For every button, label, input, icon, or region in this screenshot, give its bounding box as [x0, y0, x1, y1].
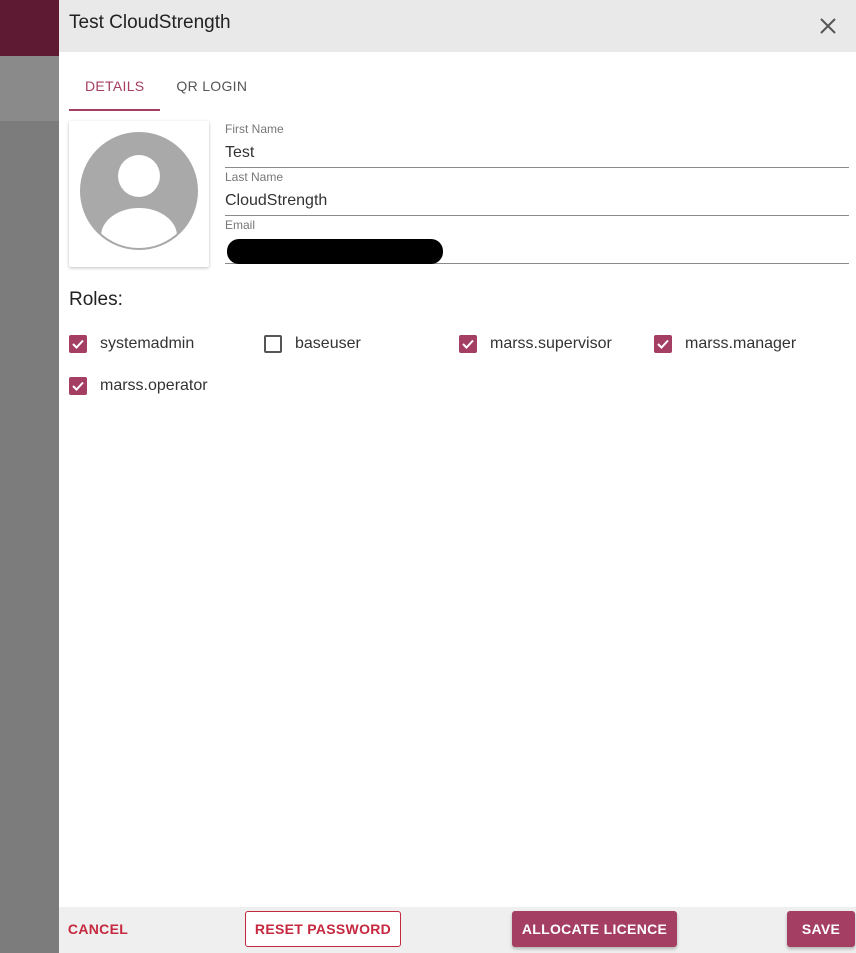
avatar[interactable]: [69, 121, 209, 267]
save-button[interactable]: SAVE: [787, 911, 855, 947]
role-label: baseuser: [295, 335, 361, 352]
email-field[interactable]: Email: [225, 218, 849, 264]
tab-bar: DETAILS QR LOGIN: [69, 66, 263, 111]
last-name-field[interactable]: Last Name CloudStrength: [225, 170, 849, 216]
background-app-bar: [0, 0, 59, 56]
checkbox-unchecked-icon[interactable]: [264, 335, 282, 353]
first-name-input[interactable]: Test: [225, 144, 849, 162]
roles-title: Roles:: [69, 289, 123, 310]
first-name-field[interactable]: First Name Test: [225, 122, 849, 168]
role-marss-manager[interactable]: marss.manager: [654, 332, 796, 356]
drawer-footer: CANCEL RESET PASSWORD ALLOCATE LICENCE S…: [59, 907, 856, 953]
reset-password-button[interactable]: RESET PASSWORD: [245, 911, 401, 947]
email-label: Email: [225, 218, 256, 232]
checkbox-checked-icon[interactable]: [459, 335, 477, 353]
drawer-title: Test CloudStrength: [69, 12, 231, 33]
allocate-licence-button[interactable]: ALLOCATE LICENCE: [512, 911, 677, 947]
tab-qr-login[interactable]: QR LOGIN: [160, 66, 263, 111]
role-baseuser[interactable]: baseuser: [264, 332, 361, 356]
user-edit-drawer: Test CloudStrength DETAILS QR LOGIN Firs…: [59, 0, 856, 953]
user-avatar-icon: [80, 132, 198, 250]
drawer-header: Test CloudStrength: [59, 0, 856, 52]
background-overlay: [0, 121, 59, 953]
role-label: marss.operator: [100, 377, 208, 394]
role-label: marss.manager: [685, 335, 797, 352]
role-marss-supervisor[interactable]: marss.supervisor: [459, 332, 612, 356]
close-icon[interactable]: [814, 12, 842, 40]
background-band: [0, 56, 59, 121]
role-systemadmin[interactable]: systemadmin: [69, 332, 194, 356]
checkbox-checked-icon[interactable]: [654, 335, 672, 353]
checkbox-checked-icon[interactable]: [69, 335, 87, 353]
role-label: marss.supervisor: [490, 335, 612, 352]
cancel-button[interactable]: CANCEL: [59, 911, 137, 947]
tab-details[interactable]: DETAILS: [69, 66, 161, 111]
last-name-label: Last Name: [225, 170, 284, 184]
role-label: systemadmin: [100, 335, 195, 352]
first-name-label: First Name: [225, 122, 284, 136]
redaction-mark: [227, 239, 443, 264]
role-marss-operator[interactable]: marss.operator: [69, 374, 208, 398]
last-name-input[interactable]: CloudStrength: [225, 192, 849, 210]
checkbox-checked-icon[interactable]: [69, 377, 87, 395]
